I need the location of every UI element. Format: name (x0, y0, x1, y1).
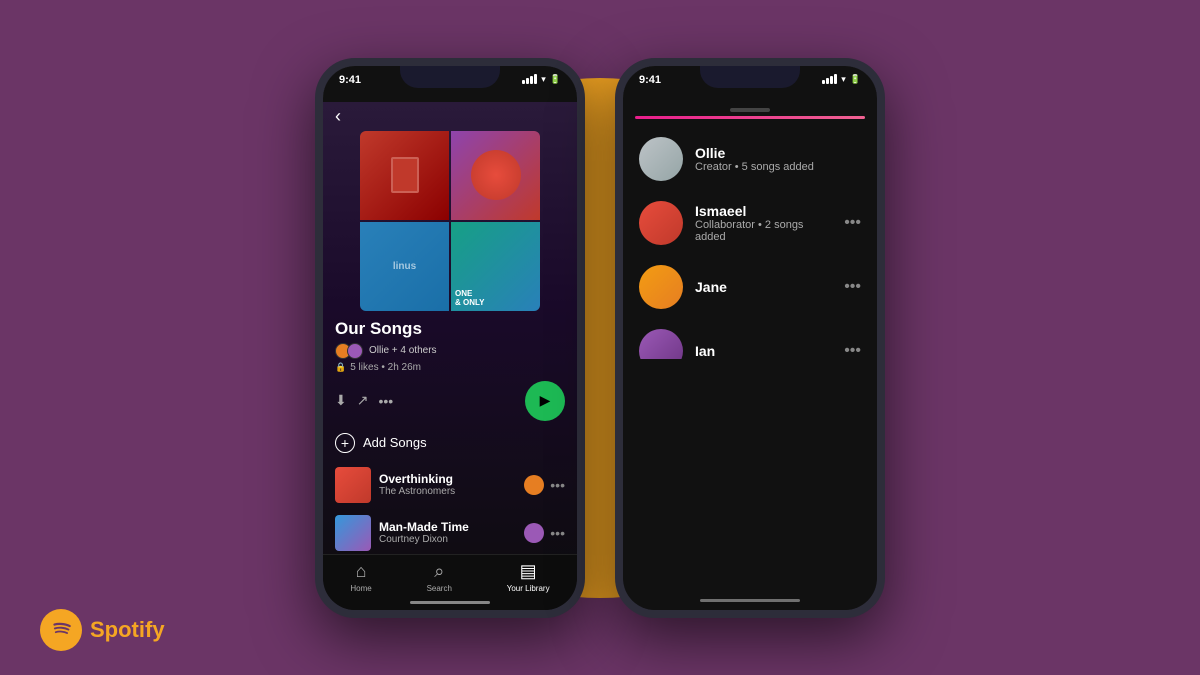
song-avatar-2 (524, 523, 544, 543)
avatar-jane (639, 265, 683, 309)
role-ollie: Creator • 5 songs added (695, 161, 861, 173)
pink-bar (635, 116, 865, 119)
info-ollie: Ollie Creator • 5 songs added (695, 145, 861, 173)
avatar-2 (347, 343, 363, 359)
play-button[interactable]: ▶ (525, 381, 565, 421)
song-thumb-1 (335, 467, 371, 503)
album-art-3: linus (360, 222, 449, 311)
home-indicator-1 (410, 601, 490, 604)
song-info-1: Overthinking The Astronomers (379, 472, 516, 497)
album-grid: linus ONE& ONLY (360, 131, 540, 311)
home-indicator-2 (700, 599, 800, 602)
nav-search[interactable]: ⌕ Search (427, 561, 452, 593)
song-avatar-1 (524, 475, 544, 495)
dots-ian[interactable]: ••• (844, 342, 861, 359)
song-dots-2[interactable]: ••• (550, 525, 565, 541)
controls-row: ⬇ ↗ ••• ▶ (323, 377, 577, 425)
search-label: Search (427, 584, 452, 593)
library-label: Your Library (507, 584, 550, 593)
search-icon: ⌕ (434, 561, 444, 582)
signal-icon-1 (522, 74, 537, 84)
pill-handle (730, 108, 770, 112)
song-list: Overthinking The Astronomers ••• Man-Mad… (323, 461, 577, 554)
status-icons-2: ▾ 🔋 (822, 74, 861, 85)
signal-icon-2 (822, 74, 837, 84)
playlist-info: Our Songs Ollie + 4 others 🔒 5 likes • (323, 311, 577, 377)
collab-item-ian[interactable]: Ian ••• (623, 319, 877, 359)
playlist-title: Our Songs (335, 319, 565, 339)
avatar-stack (335, 343, 359, 359)
spotify-logo: Spotify (40, 609, 165, 651)
name-ollie: Ollie (695, 145, 861, 161)
song-item-2[interactable]: Man-Made Time Courtney Dixon ••• (323, 509, 577, 554)
playlist-meta-row: Ollie + 4 others (335, 343, 565, 359)
status-icons-1: ▾ 🔋 (522, 74, 561, 85)
dots-jane[interactable]: ••• (844, 278, 861, 296)
song-right-2: ••• (524, 523, 565, 543)
likes-row: 🔒 5 likes • 2h 26m (335, 362, 565, 373)
info-ian: Ian (695, 343, 832, 359)
collaborators-list: Ollie Creator • 5 songs added Ism (623, 127, 877, 359)
name-jane: Jane (695, 279, 832, 295)
library-icon: ▤ (520, 561, 537, 582)
notch-2 (700, 66, 800, 88)
collab-item-ollie[interactable]: Ollie Creator • 5 songs added (623, 127, 877, 191)
phone-2: 9:41 ▾ 🔋 (615, 58, 885, 618)
lock-icon: 🔒 (335, 362, 346, 373)
dots-ismaeel[interactable]: ••• (844, 214, 861, 232)
collaborators-text: Ollie + 4 others (369, 345, 437, 356)
spotify-icon (40, 609, 82, 651)
add-songs-row[interactable]: + Add Songs (323, 425, 577, 461)
back-arrow[interactable]: ‹ (323, 102, 577, 131)
collab-item-ismaeel[interactable]: Ismaeel Collaborator • 2 songs added ••• (623, 191, 877, 255)
nav-home[interactable]: ⌂ Home (350, 561, 371, 593)
song-name-1: Overthinking (379, 472, 516, 486)
add-songs-label: Add Songs (363, 435, 427, 450)
time-1: 9:41 (339, 74, 361, 86)
download-icon[interactable]: ⬇ (335, 392, 347, 409)
share-icon[interactable]: ↗ (357, 392, 369, 409)
phones-container: 9:41 ▾ 🔋 ‹ (315, 58, 885, 618)
control-icons: ⬇ ↗ ••• (335, 392, 393, 409)
song-artist-2: Courtney Dixon (379, 534, 516, 545)
more-icon[interactable]: ••• (378, 393, 393, 409)
song-thumb-2 (335, 515, 371, 551)
info-jane: Jane (695, 279, 832, 295)
phone1-content: ‹ linus ONE& ONLY Our Songs (323, 102, 577, 610)
name-ian: Ian (695, 343, 832, 359)
avatar-ismaeel (639, 201, 683, 245)
time-2: 9:41 (639, 74, 661, 86)
nav-library[interactable]: ▤ Your Library (507, 561, 550, 593)
song-info-2: Man-Made Time Courtney Dixon (379, 520, 516, 545)
song-item-1[interactable]: Overthinking The Astronomers ••• (323, 461, 577, 509)
collab-item-jane[interactable]: Jane ••• (623, 255, 877, 319)
notch-1 (400, 66, 500, 88)
name-ismaeel: Ismaeel (695, 203, 832, 219)
song-artist-1: The Astronomers (379, 486, 516, 497)
phone-1: 9:41 ▾ 🔋 ‹ (315, 58, 585, 618)
home-label: Home (350, 584, 371, 593)
role-ismaeel: Collaborator • 2 songs added (695, 219, 832, 243)
avatar-ollie (639, 137, 683, 181)
phone-1-inner: 9:41 ▾ 🔋 ‹ (323, 66, 577, 610)
home-icon: ⌂ (356, 561, 367, 582)
spotify-brand-text: Spotify (90, 617, 165, 643)
song-name-2: Man-Made Time (379, 520, 516, 534)
info-ismaeel: Ismaeel Collaborator • 2 songs added (695, 203, 832, 243)
plus-icon: + (335, 433, 355, 453)
avatar-ian (639, 329, 683, 359)
album-art-2 (451, 131, 540, 220)
song-dots-1[interactable]: ••• (550, 477, 565, 493)
album-art-1 (360, 131, 449, 220)
song-right-1: ••• (524, 475, 565, 495)
phone2-content: Ollie Creator • 5 songs added Ism (623, 102, 877, 610)
phone-2-inner: 9:41 ▾ 🔋 (623, 66, 877, 610)
album-art-4: ONE& ONLY (451, 222, 540, 311)
likes-text: 5 likes • 2h 26m (350, 362, 421, 373)
